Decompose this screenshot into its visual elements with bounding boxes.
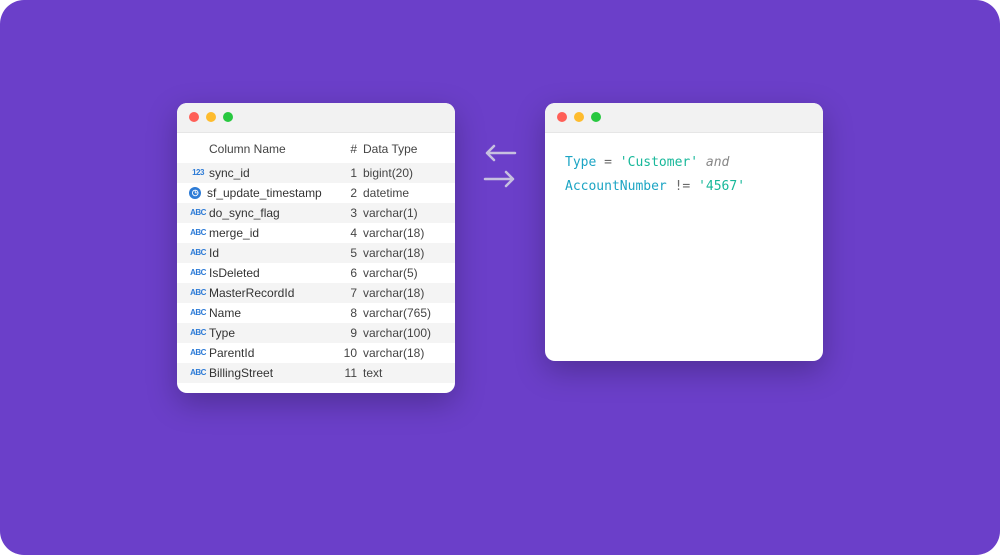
cell-column-name: ABCId	[189, 246, 335, 260]
minimize-icon[interactable]	[574, 112, 584, 122]
header-column-type: Data Type	[357, 142, 443, 156]
arrow-left-icon	[483, 143, 517, 163]
column-name-text: sync_id	[209, 166, 250, 180]
cell-column-name: ABCType	[189, 326, 335, 340]
table-header: Column Name # Data Type	[177, 139, 455, 159]
column-name-text: IsDeleted	[209, 266, 260, 280]
arrow-right-icon	[483, 169, 517, 189]
maximize-icon[interactable]	[591, 112, 601, 122]
cell-column-name: ABCName	[189, 306, 335, 320]
cell-column-name: ABCParentId	[189, 346, 335, 360]
code-string: '4567'	[698, 179, 745, 194]
cell-type: bigint(20)	[357, 166, 443, 180]
table-row[interactable]: ABCId5varchar(18)	[177, 243, 455, 263]
cell-num: 7	[335, 286, 357, 300]
close-icon[interactable]	[189, 112, 199, 122]
cell-column-name: ABCIsDeleted	[189, 266, 335, 280]
cell-num: 6	[335, 266, 357, 280]
text-icon: ABC	[189, 246, 207, 260]
table-row[interactable]: ABCdo_sync_flag3varchar(1)	[177, 203, 455, 223]
text-icon: ABC	[189, 346, 207, 360]
column-name-text: Name	[209, 306, 241, 320]
column-name-text: BillingStreet	[209, 366, 273, 380]
cell-type: datetime	[357, 186, 443, 200]
column-name-text: Type	[209, 326, 235, 340]
cell-column-name: 123sync_id	[189, 166, 335, 180]
close-icon[interactable]	[557, 112, 567, 122]
cell-type: varchar(5)	[357, 266, 443, 280]
column-name-text: sf_update_timestamp	[207, 186, 322, 200]
cell-type: varchar(18)	[357, 226, 443, 240]
text-icon: ABC	[189, 306, 207, 320]
cell-num: 9	[335, 326, 357, 340]
cell-num: 10	[335, 346, 357, 360]
text-icon: ABC	[189, 206, 207, 220]
header-column-num: #	[335, 142, 357, 156]
code-window: Type = 'Customer' and AccountNumber != '…	[545, 103, 823, 361]
numeric-icon: 123	[189, 166, 207, 180]
code-field: Type	[565, 155, 596, 170]
text-icon: ABC	[189, 326, 207, 340]
schema-table: Column Name # Data Type 123sync_id1bigin…	[177, 133, 455, 393]
code-field: AccountNumber	[565, 179, 667, 194]
code-string: 'Customer'	[620, 155, 698, 170]
code-operator: !=	[675, 179, 691, 194]
header-column-name: Column Name	[189, 142, 335, 156]
column-name-text: Id	[209, 246, 219, 260]
code-keyword: and	[706, 155, 729, 170]
table-row[interactable]: ABCType9varchar(100)	[177, 323, 455, 343]
cell-num: 8	[335, 306, 357, 320]
cell-column-name: ABCdo_sync_flag	[189, 206, 335, 220]
text-icon: ABC	[189, 286, 207, 300]
cell-type: varchar(18)	[357, 246, 443, 260]
window-titlebar	[177, 103, 455, 133]
table-row[interactable]: ◷ sf_update_timestamp 2datetime	[177, 183, 455, 203]
window-titlebar	[545, 103, 823, 133]
cell-type: varchar(18)	[357, 346, 443, 360]
text-icon: ABC	[189, 266, 207, 280]
column-name-text: merge_id	[209, 226, 259, 240]
cell-type: varchar(765)	[357, 306, 443, 320]
text-icon: ABC	[189, 226, 207, 240]
cell-column-name: ◷ sf_update_timestamp	[189, 186, 335, 200]
table-row[interactable]: ABCParentId10varchar(18)	[177, 343, 455, 363]
cell-type: varchar(1)	[357, 206, 443, 220]
code-line: AccountNumber != '4567'	[565, 175, 803, 200]
table-row[interactable]: ABCMasterRecordId7varchar(18)	[177, 283, 455, 303]
cell-type: text	[357, 366, 443, 380]
cell-num: 2	[335, 186, 357, 200]
cell-type: varchar(100)	[357, 326, 443, 340]
datetime-icon: ◷	[189, 187, 201, 199]
code-operator: =	[604, 155, 612, 170]
cell-column-name: ABCBillingStreet	[189, 366, 335, 380]
cell-column-name: ABCMasterRecordId	[189, 286, 335, 300]
cell-num: 3	[335, 206, 357, 220]
cell-num: 5	[335, 246, 357, 260]
sync-arrows	[483, 143, 517, 189]
cell-type: varchar(18)	[357, 286, 443, 300]
maximize-icon[interactable]	[223, 112, 233, 122]
code-line: Type = 'Customer' and	[565, 151, 803, 176]
table-row[interactable]: 123sync_id1bigint(20)	[177, 163, 455, 183]
panels-row: Column Name # Data Type 123sync_id1bigin…	[177, 103, 823, 393]
cell-num: 1	[335, 166, 357, 180]
cell-column-name: ABCmerge_id	[189, 226, 335, 240]
text-icon: ABC	[189, 366, 207, 380]
schema-window: Column Name # Data Type 123sync_id1bigin…	[177, 103, 455, 393]
minimize-icon[interactable]	[206, 112, 216, 122]
table-row[interactable]: ABCIsDeleted6varchar(5)	[177, 263, 455, 283]
column-name-text: do_sync_flag	[209, 206, 280, 220]
column-name-text: MasterRecordId	[209, 286, 294, 300]
table-row[interactable]: ABCName8varchar(765)	[177, 303, 455, 323]
cell-num: 4	[335, 226, 357, 240]
cell-num: 11	[335, 366, 357, 380]
stage-background: Column Name # Data Type 123sync_id1bigin…	[0, 0, 1000, 555]
table-row[interactable]: ABCBillingStreet11text	[177, 363, 455, 383]
code-editor[interactable]: Type = 'Customer' and AccountNumber != '…	[545, 133, 823, 361]
column-name-text: ParentId	[209, 346, 254, 360]
table-row[interactable]: ABCmerge_id4varchar(18)	[177, 223, 455, 243]
